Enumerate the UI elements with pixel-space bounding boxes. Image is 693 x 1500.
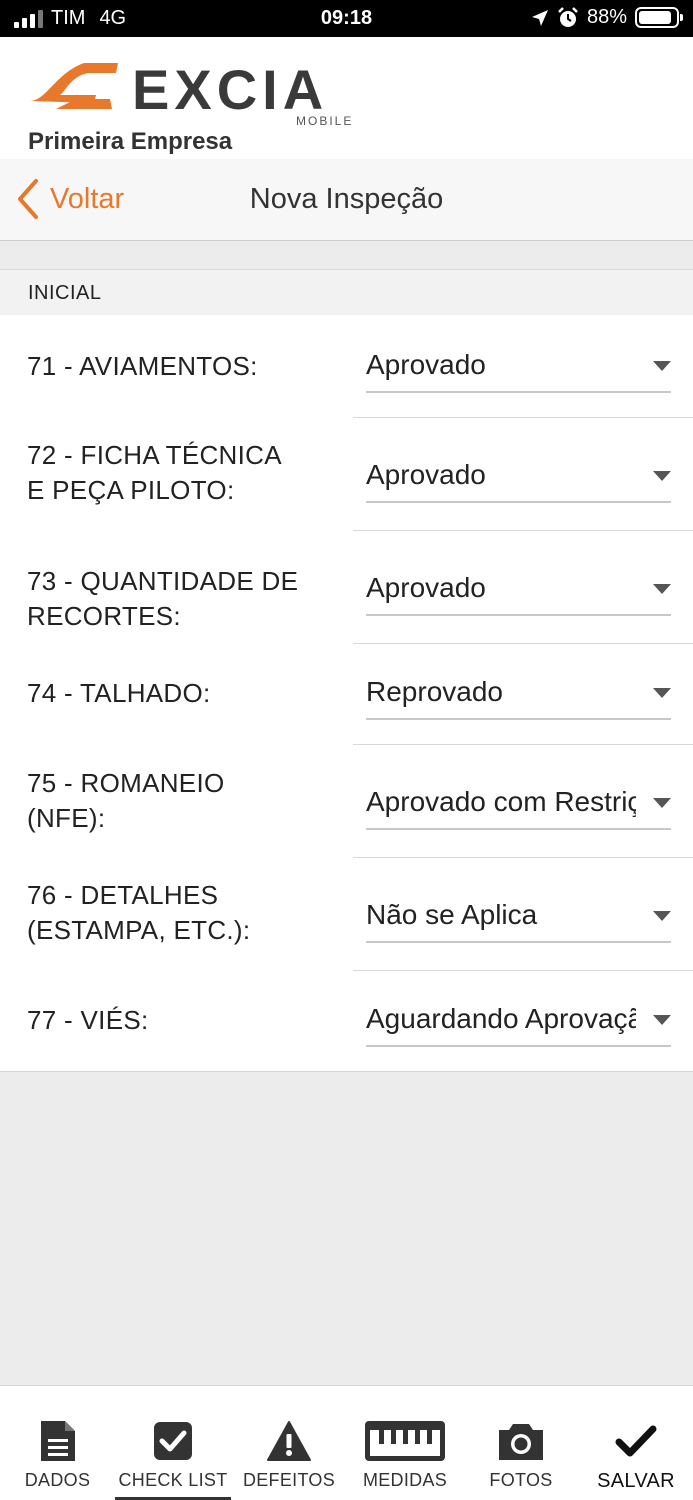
tab-medidas[interactable]: MEDIDAS	[347, 1386, 463, 1500]
alarm-icon	[558, 6, 578, 27]
status-select-value: Aprovado	[366, 349, 486, 380]
checklist-item-label: 71 - AVIAMENTOS:	[27, 349, 332, 384]
document-icon	[39, 1418, 77, 1464]
caret-down-icon	[653, 911, 671, 921]
status-select[interactable]: Reprovado	[366, 668, 671, 720]
checklist-row: 74 - TALHADO: Reprovado	[0, 644, 693, 745]
checklist-row: 77 - VIÉS: Aguardando Aprovação	[0, 971, 693, 1071]
checklist-row: 73 - QUANTIDADE DE RECORTES: Aprovado	[0, 531, 693, 644]
checklist-item-label-line: (ESTAMPA, ETC.):	[27, 915, 251, 945]
status-select-value: Aprovado	[366, 459, 486, 490]
brand-subtitle: MOBILE	[296, 114, 353, 128]
checklist-item-label: 76 - DETALHES (ESTAMPA, ETC.):	[27, 878, 332, 948]
app-screen: TIM 4G 09:18 88% EXCIA MOBILE Primeira E…	[0, 0, 693, 1500]
checklist-item-label: 75 - ROMANEIO (NFE):	[27, 766, 332, 836]
checklist-row: 72 - FICHA TÉCNICA E PEÇA PILOTO: Aprovado	[0, 418, 693, 531]
checklist-item-label-line: 76 - DETALHES	[27, 880, 219, 910]
warning-icon	[266, 1418, 312, 1464]
brand-name: EXCIA	[132, 58, 328, 121]
camera-icon	[497, 1418, 545, 1464]
bottom-tab-bar: DADOS CHECK LIST DEFEITOS MEDIDAS FOTOS …	[0, 1385, 693, 1500]
status-select[interactable]: Aguardando Aprovação	[366, 995, 671, 1047]
caret-down-icon	[653, 471, 671, 481]
caret-down-icon	[653, 798, 671, 808]
checklist-item-label-line: 73 - QUANTIDADE DE	[27, 566, 299, 596]
checklist-item-label: 73 - QUANTIDADE DE RECORTES:	[27, 564, 332, 634]
caret-down-icon	[653, 688, 671, 698]
tab-fotos[interactable]: FOTOS	[463, 1386, 579, 1500]
checklist-item-label-line: 74 - TALHADO:	[27, 678, 211, 708]
checklist-item-label-line: RECORTES:	[27, 601, 181, 631]
status-select[interactable]: Aprovado	[366, 341, 671, 393]
brand-header: EXCIA MOBILE Primeira Empresa	[0, 37, 693, 159]
status-select[interactable]: Aprovado	[366, 564, 671, 616]
status-bar: TIM 4G 09:18 88%	[0, 0, 693, 37]
checklist-item-label-line: 71 - AVIAMENTOS:	[27, 351, 258, 381]
checkmark-icon	[615, 1418, 657, 1464]
battery-percent: 88%	[586, 6, 627, 28]
excia-logo: EXCIA MOBILE	[30, 58, 353, 128]
checklist-item-label: 77 - VIÉS:	[27, 1003, 332, 1038]
checklist-row: 76 - DETALHES (ESTAMPA, ETC.): Não se Apli…	[0, 858, 693, 971]
status-select-value: Aguardando Aprovação	[366, 1003, 636, 1034]
tab-salvar[interactable]: SALVAR	[579, 1386, 693, 1500]
ruler-icon	[364, 1418, 446, 1464]
section-header: INICIAL	[0, 269, 693, 315]
status-select[interactable]: Aprovado	[366, 451, 671, 503]
checklist-item-label: 74 - TALHADO:	[27, 676, 332, 711]
status-select[interactable]: Não se Aplica	[366, 891, 671, 943]
status-select-value: Não se Aplica	[366, 899, 538, 930]
checkbox-icon	[153, 1418, 193, 1464]
tab-check-list[interactable]: CHECK LIST	[115, 1386, 231, 1500]
status-select-value: Reprovado	[366, 676, 503, 707]
caret-down-icon	[653, 361, 671, 371]
checklist-item-label-line: 77 - VIÉS:	[27, 1005, 149, 1035]
location-arrow-icon	[531, 9, 548, 26]
battery-icon	[635, 7, 683, 28]
status-select[interactable]: Aprovado com Restrição	[366, 778, 671, 830]
checklist-item-label-line: 75 - ROMANEIO	[27, 768, 225, 798]
tab-dados[interactable]: DADOS	[0, 1386, 115, 1500]
status-select-value: Aprovado	[366, 572, 486, 603]
checklist-item-label: 72 - FICHA TÉCNICA E PEÇA PILOTO:	[27, 438, 332, 508]
checklist-item-label-line: (NFE):	[27, 803, 106, 833]
navigation-bar: Voltar Nova Inspeção	[0, 159, 693, 241]
checklist-row: 71 - AVIAMENTOS: Aprovado	[0, 315, 693, 418]
checklist-list: 71 - AVIAMENTOS: Aprovado 72 - FICHA TÉCNI…	[0, 315, 693, 1072]
checklist-item-label-line: E PEÇA PILOTO:	[27, 475, 235, 505]
caret-down-icon	[653, 1015, 671, 1025]
checklist-row: 75 - ROMANEIO (NFE): Aprovado com Restriçã…	[0, 745, 693, 858]
checklist-item-label-line: 72 - FICHA TÉCNICA	[27, 440, 282, 470]
company-name: Primeira Empresa	[28, 128, 233, 155]
status-select-value: Aprovado com Restrição	[366, 786, 636, 817]
page-title: Nova Inspeção	[249, 183, 444, 215]
tab-defeitos[interactable]: DEFEITOS	[231, 1386, 347, 1500]
section-spacer	[0, 241, 693, 269]
caret-down-icon	[653, 584, 671, 594]
